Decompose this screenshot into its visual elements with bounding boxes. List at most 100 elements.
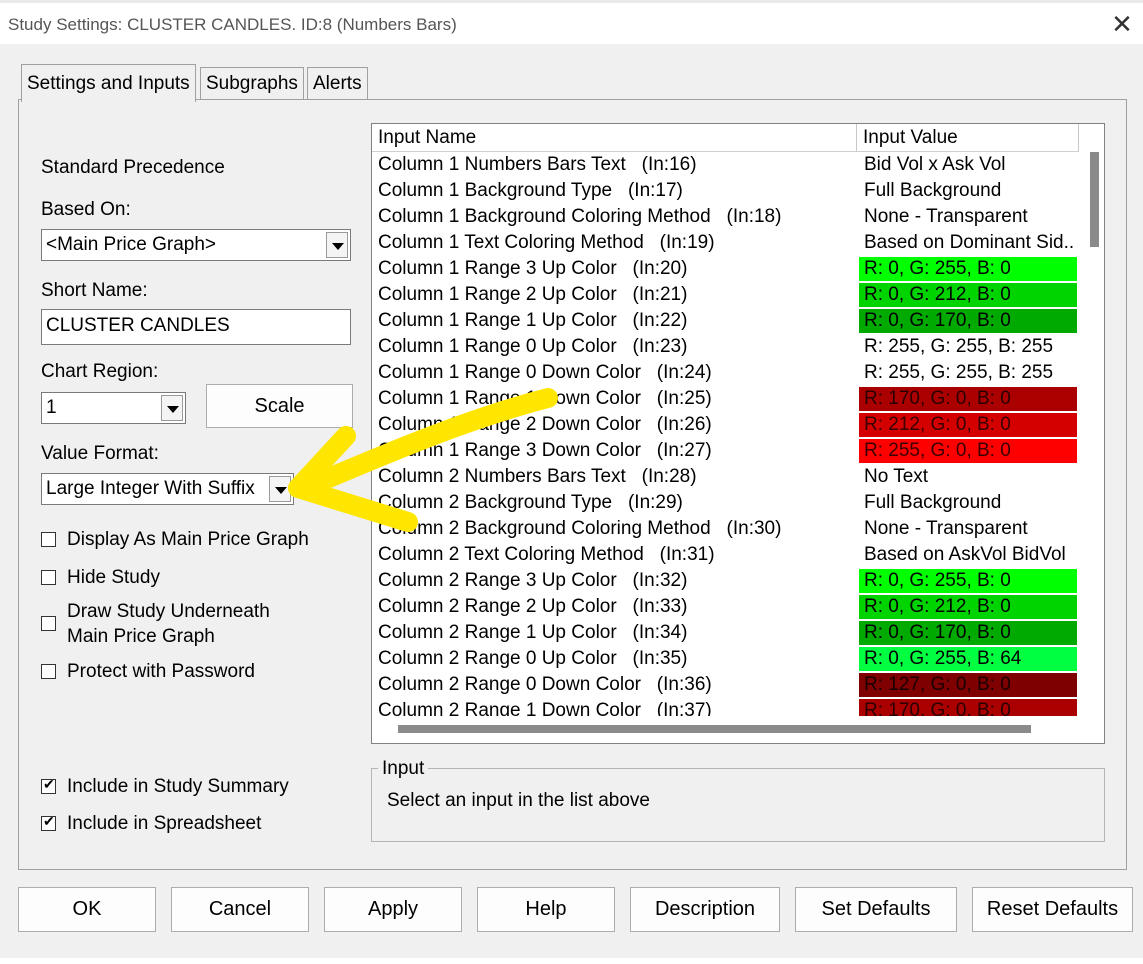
column-header-input-value[interactable]: Input Value	[857, 124, 1079, 152]
scrollbar-thumb[interactable]	[1090, 152, 1099, 247]
input-value-cell[interactable]: R: 127, G: 0, B: 0	[859, 673, 1077, 697]
button-label: OK	[72, 898, 102, 920]
horizontal-scrollbar[interactable]	[372, 716, 1084, 743]
based-on-select[interactable]: <Main Price Graph>	[41, 229, 351, 261]
cancel-button[interactable]: Cancel	[171, 887, 309, 932]
column-header-input-name[interactable]: Input Name	[372, 124, 857, 152]
chart-region-value: 1	[46, 397, 57, 418]
include-in-study-summary-checkbox[interactable]	[41, 776, 56, 794]
input-value-cell[interactable]: R: 170, G: 0, B: 0	[859, 387, 1077, 411]
tab-subgraphs[interactable]: Subgraphs	[200, 67, 304, 100]
input-name-cell: Column 1 Range 0 Up Color (In:23)	[378, 336, 688, 357]
input-value-cell[interactable]: No Text	[859, 465, 1077, 489]
input-value-cell[interactable]: R: 0, G: 212, B: 0	[859, 595, 1077, 619]
table-row[interactable]: Column 1 Range 0 Up Color (In:23) R: 255,…	[372, 334, 1084, 360]
input-value-cell[interactable]: Based on Dominant Sid..	[859, 231, 1077, 255]
input-value-cell[interactable]: Full Background	[859, 491, 1077, 515]
table-row[interactable]: Column 1 Range 2 Down Color (In:26) R: 21…	[372, 412, 1084, 438]
chevron-down-icon[interactable]	[269, 476, 291, 502]
input-value-cell[interactable]: R: 0, G: 255, B: 0	[859, 569, 1077, 593]
tab-alerts[interactable]: Alerts	[307, 67, 368, 100]
chevron-down-icon[interactable]	[161, 395, 183, 421]
include-in-spreadsheet-checkbox[interactable]	[41, 813, 56, 831]
input-name-cell: Column 1 Range 2 Up Color (In:21)	[378, 284, 688, 305]
table-row[interactable]: Column 1 Background Type (In:17) Full Bac…	[372, 178, 1084, 204]
input-value-cell[interactable]: R: 212, G: 0, B: 0	[859, 413, 1077, 437]
table-row[interactable]: Column 1 Range 1 Down Color (In:25) R: 17…	[372, 386, 1084, 412]
tab-label: Settings and Inputs	[27, 73, 190, 94]
button-label: Cancel	[208, 898, 272, 920]
input-name-cell: Column 2 Range 0 Down Color (In:36)	[378, 674, 712, 695]
input-value-cell[interactable]: Based on AskVol BidVol	[859, 543, 1077, 567]
help-button[interactable]: Help	[477, 887, 615, 932]
display-as-main-price-graph-checkbox[interactable]	[41, 532, 56, 547]
input-value-cell[interactable]: R: 0, G: 170, B: 0	[859, 621, 1077, 645]
chart-region-select[interactable]: 1	[41, 392, 186, 424]
input-value-cell[interactable]: R: 0, G: 255, B: 0	[859, 257, 1077, 281]
table-row[interactable]: Column 1 Range 3 Up Color (In:20) R: 0, G…	[372, 256, 1084, 282]
short-name-label: Short Name:	[41, 280, 148, 301]
table-row[interactable]: Column 2 Range 0 Down Color (In:36) R: 12…	[372, 672, 1084, 698]
table-row[interactable]: Column 2 Range 2 Up Color (In:33) R: 0, G…	[372, 594, 1084, 620]
table-row[interactable]: Column 2 Range 0 Up Color (In:35) R: 0, G…	[372, 646, 1084, 672]
input-name-cell: Column 1 Range 3 Up Color (In:20)	[378, 258, 688, 279]
table-row[interactable]: Column 2 Text Coloring Method (In:31) Bas…	[372, 542, 1084, 568]
table-row[interactable]: Column 1 Range 1 Up Color (In:22) R: 0, G…	[372, 308, 1084, 334]
set-defaults-button[interactable]: Set Defaults	[795, 887, 957, 932]
input-value-cell[interactable]: Bid Vol x Ask Vol	[859, 153, 1077, 177]
protect-with-password-checkbox[interactable]	[41, 664, 56, 679]
input-name-cell: Column 1 Range 0 Down Color (In:24)	[378, 362, 712, 383]
table-row[interactable]: Column 1 Numbers Bars Text (In:16) Bid Vo…	[372, 152, 1084, 178]
ok-button[interactable]: OK	[18, 887, 156, 932]
input-value-cell[interactable]: None - Transparent	[859, 517, 1077, 541]
table-row[interactable]: Column 1 Background Coloring Method (In:…	[372, 204, 1084, 230]
input-value-cell[interactable]: R: 0, G: 255, B: 64	[859, 647, 1077, 671]
table-row[interactable]: Column 1 Range 3 Down Color (In:27) R: 25…	[372, 438, 1084, 464]
table-row[interactable]: Column 2 Numbers Bars Text (In:28) No Tex…	[372, 464, 1084, 490]
input-group-legend: Input	[378, 758, 429, 780]
table-row[interactable]: Column 2 Range 3 Up Color (In:32) R: 0, G…	[372, 568, 1084, 594]
draw-study-underneath-checkbox[interactable]	[41, 616, 56, 631]
scale-button[interactable]: Scale	[206, 384, 353, 428]
tab-settings-and-inputs[interactable]: Settings and Inputs	[21, 64, 196, 102]
button-label: Help	[525, 898, 567, 920]
input-value-cell[interactable]: R: 255, G: 0, B: 0	[859, 439, 1077, 463]
button-label: Reset Defaults	[986, 898, 1119, 920]
checkbox-label: Include in Study Summary	[67, 776, 289, 797]
inputs-rows: Column 1 Numbers Bars Text (In:16) Bid Vo…	[372, 152, 1084, 724]
table-row[interactable]: Column 2 Background Coloring Method (In:…	[372, 516, 1084, 542]
table-row[interactable]: Column 1 Text Coloring Method (In:19) Bas…	[372, 230, 1084, 256]
input-value-cell[interactable]: R: 255, G: 255, B: 255	[859, 335, 1077, 359]
reset-defaults-button[interactable]: Reset Defaults	[972, 887, 1133, 932]
short-name-input[interactable]: CLUSTER CANDLES	[41, 309, 351, 345]
checkbox-label: Draw Study Underneath	[67, 601, 270, 622]
scrollbar-thumb[interactable]	[398, 725, 1031, 733]
apply-button[interactable]: Apply	[324, 887, 462, 932]
input-name-cell: Column 2 Range 1 Up Color (In:34)	[378, 622, 688, 643]
input-name-cell: Column 2 Background Type (In:29)	[378, 492, 683, 513]
input-value-cell[interactable]: R: 255, G: 255, B: 255	[859, 361, 1077, 385]
table-row[interactable]: Column 1 Range 0 Down Color (In:24) R: 25…	[372, 360, 1084, 386]
value-format-select[interactable]: Large Integer With Suffix	[41, 473, 294, 505]
button-label: Apply	[367, 898, 419, 920]
input-value-cell[interactable]: Full Background	[859, 179, 1077, 203]
short-name-value: CLUSTER CANDLES	[46, 315, 230, 336]
input-value-cell[interactable]: R: 0, G: 212, B: 0	[859, 283, 1077, 307]
inputs-list[interactable]: Input Name Input Value Column 1 Numbers …	[371, 123, 1105, 744]
checkbox-label: Protect with Password	[67, 661, 255, 682]
table-row[interactable]: Column 1 Range 2 Up Color (In:21) R: 0, G…	[372, 282, 1084, 308]
table-row[interactable]: Column 2 Range 1 Up Color (In:34) R: 0, G…	[372, 620, 1084, 646]
chart-region-label: Chart Region:	[41, 361, 159, 382]
close-icon[interactable]: ✕	[1108, 10, 1136, 38]
button-label: Set Defaults	[821, 898, 931, 920]
chevron-down-icon[interactable]	[326, 232, 348, 258]
input-name-cell: Column 2 Range 3 Up Color (In:32)	[378, 570, 688, 591]
input-value-cell[interactable]: R: 0, G: 170, B: 0	[859, 309, 1077, 333]
description-button[interactable]: Description	[630, 887, 780, 932]
scale-button-label: Scale	[254, 395, 305, 417]
table-row[interactable]: Column 2 Background Type (In:29) Full Bac…	[372, 490, 1084, 516]
tab-label: Alerts	[313, 73, 362, 94]
input-value-cell[interactable]: None - Transparent	[859, 205, 1077, 229]
hide-study-checkbox[interactable]	[41, 570, 56, 585]
vertical-scrollbar[interactable]	[1084, 152, 1104, 715]
